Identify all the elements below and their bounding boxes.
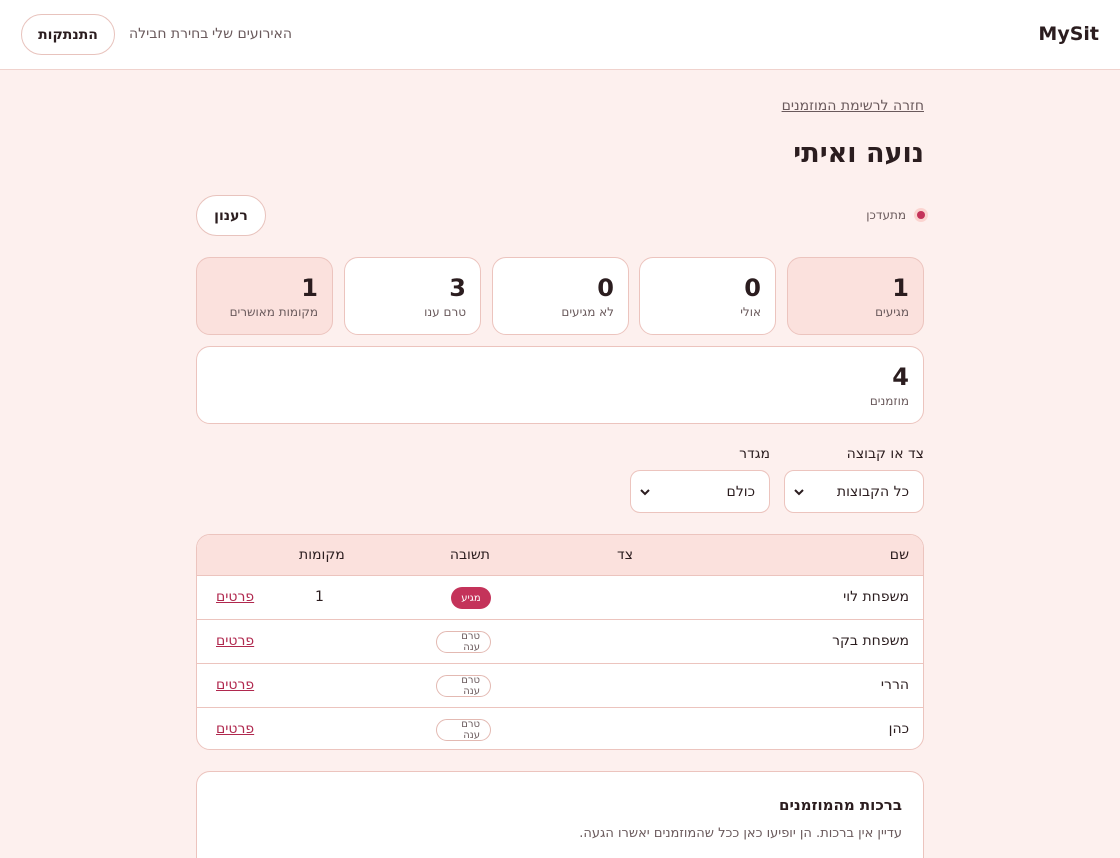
live-dot-icon [914, 208, 928, 222]
response-badge: טרם ענה [436, 675, 491, 697]
back-to-guest-list-link[interactable]: חזרה לרשימת המוזמנים [782, 98, 924, 114]
table-header: שם צד תשובה מקומות [197, 535, 923, 576]
guest-name: משפחת לוי [843, 589, 909, 605]
table-row: משפחת לוי מגיע 1 פרטים [197, 576, 923, 620]
stat-value: 4 [892, 363, 909, 391]
refresh-button[interactable]: רענון [196, 195, 266, 236]
response-badge: טרם ענה [436, 719, 491, 741]
guest-name: הררי [880, 677, 909, 693]
stat-value: 3 [449, 274, 466, 302]
live-status-label: מתעדכן [866, 208, 906, 222]
column-header-response: תשובה [449, 547, 490, 563]
group-filter-label: צד או קבוצה [846, 446, 924, 462]
blessings-panel: ברכות מהמוזמנים עדיין אין ברכות. הן יופי… [196, 771, 924, 858]
column-header-name: שם [889, 547, 909, 563]
stat-label: אולי [740, 305, 761, 319]
table-row: הררי טרם ענה פרטים [197, 664, 923, 708]
column-header-side: צד [617, 547, 633, 563]
response-badge: מגיע [451, 587, 491, 609]
gender-filter-select[interactable]: כולם [630, 470, 770, 513]
table-row: משפחת בקר טרם ענה פרטים [197, 620, 923, 664]
stat-value: 1 [892, 274, 909, 302]
stat-value: 0 [744, 274, 761, 302]
stat-card-coming: 1 מגיעים [787, 257, 924, 335]
top-navbar: MySit האירועים שלי בחירת חבילה התנתקות [0, 0, 1120, 70]
blessings-empty-message: עדיין אין ברכות. הן יופיעו כאן ככל שהמוז… [579, 826, 902, 841]
stat-value: 1 [301, 274, 318, 302]
gender-filter-label: מגדר [739, 446, 770, 462]
stat-label: לא מגיעים [561, 305, 614, 319]
stat-card-confirmed-seats: 1 מקומות מאושרים [196, 257, 333, 335]
nav-my-events[interactable]: האירועים שלי [212, 26, 292, 42]
guest-table: שם צד תשובה מקומות משפחת לוי מגיע 1 פרטי… [196, 534, 924, 750]
stat-card-pending: 3 טרם ענו [344, 257, 481, 335]
guest-details-link[interactable]: פרטים [216, 677, 254, 693]
logout-button[interactable]: התנתקות [21, 14, 115, 55]
guest-details-link[interactable]: פרטים [216, 633, 254, 649]
stat-label: מוזמנים [869, 394, 909, 408]
stat-label: מקומות מאושרים [229, 305, 318, 319]
stat-card-maybe: 0 אולי [639, 257, 776, 335]
stat-label: טרם ענו [424, 305, 466, 319]
blessings-title: ברכות מהמוזמנים [779, 796, 902, 814]
guest-details-link[interactable]: פרטים [216, 589, 254, 605]
event-title: נועה ואיתי [793, 138, 924, 169]
response-badge: טרם ענה [436, 631, 491, 653]
guest-details-link[interactable]: פרטים [216, 721, 254, 737]
group-filter-select[interactable]: כל הקבוצות [784, 470, 924, 513]
table-row: כהן טרם ענה פרטים [197, 708, 923, 749]
gender-filter-value: כולם [726, 483, 755, 500]
chevron-down-icon [640, 488, 650, 495]
brand-logo[interactable]: MySit [1038, 23, 1099, 45]
stat-card-not-coming: 0 לא מגיעים [492, 257, 629, 335]
nav-choose-package[interactable]: בחירת חבילה [129, 26, 208, 42]
live-status: מתעדכן [866, 208, 928, 222]
guest-name: כהן [888, 721, 909, 737]
guest-name: משפחת בקר [832, 633, 909, 649]
chevron-down-icon [794, 488, 804, 495]
stat-card-invited: 4 מוזמנים [196, 346, 924, 424]
column-header-seats: מקומות [299, 547, 345, 563]
group-filter-value: כל הקבוצות [836, 483, 909, 500]
stat-value: 0 [597, 274, 614, 302]
stat-label: מגיעים [875, 305, 909, 319]
guest-seats: 1 [315, 589, 324, 605]
